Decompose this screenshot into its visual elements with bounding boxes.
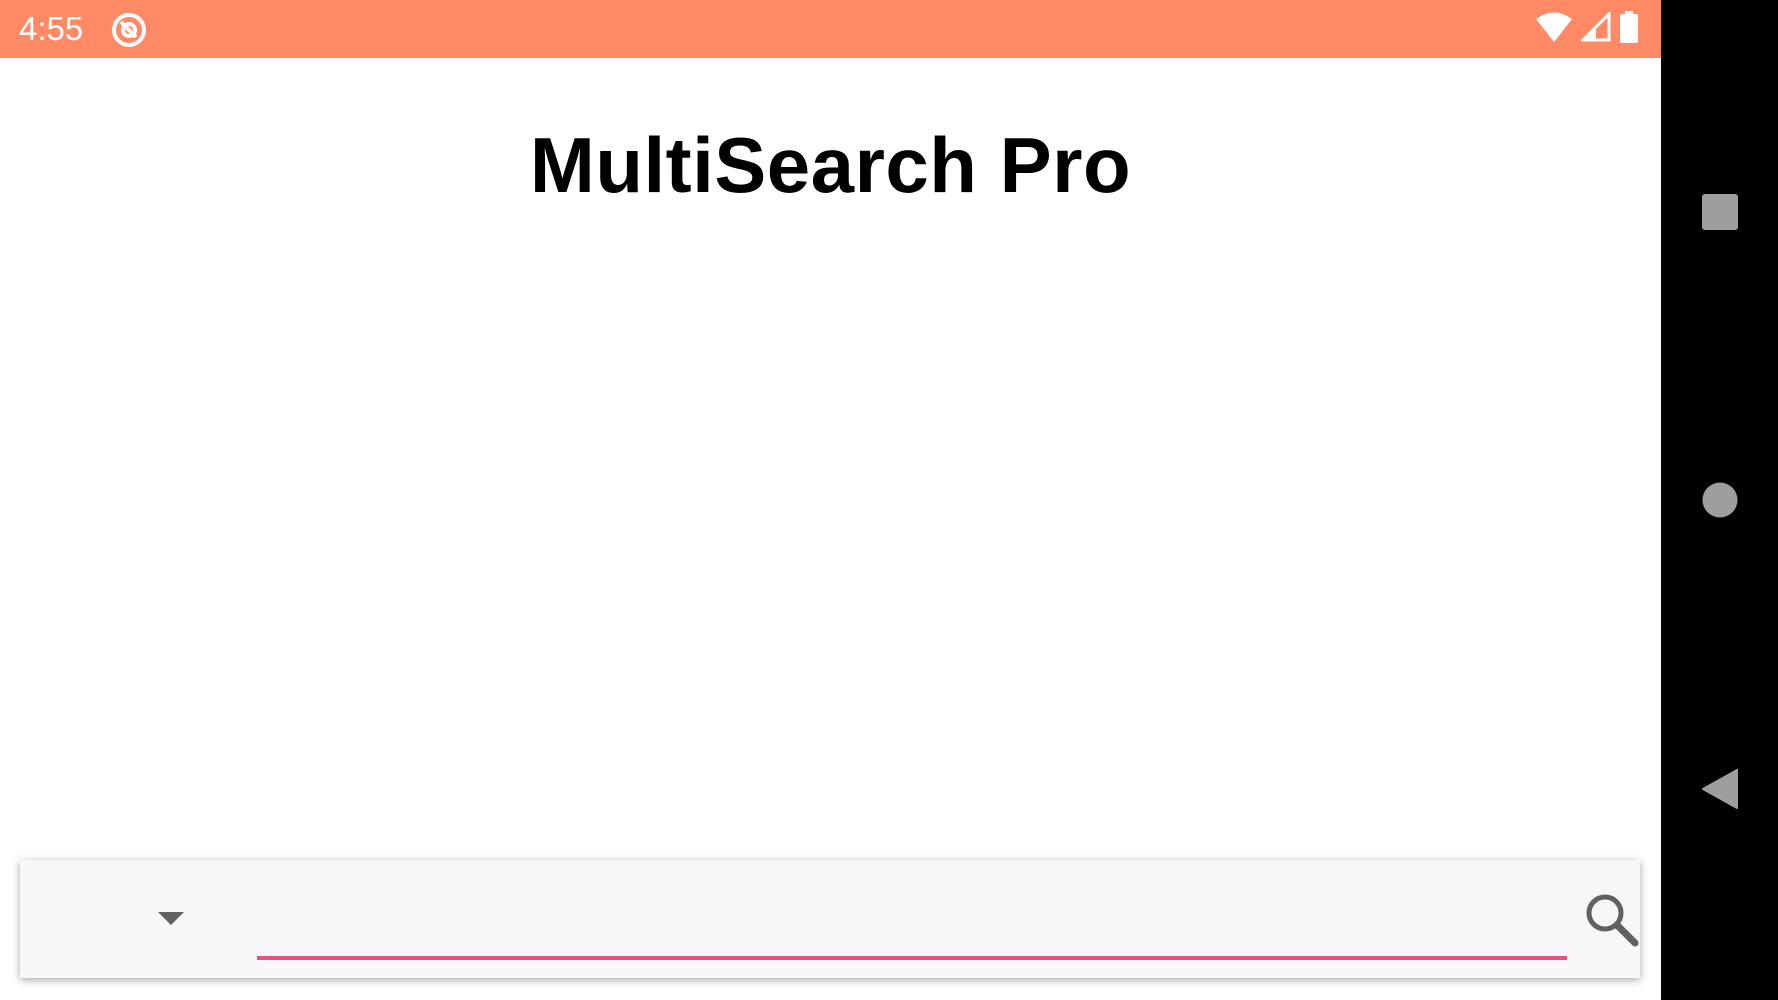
recents-button[interactable] [1661,153,1778,270]
square-icon [1701,193,1738,230]
triangle-back-icon [1701,768,1738,809]
status-icons [1535,9,1639,48]
system-navigation-bar [1661,0,1778,1000]
search-icon [1586,894,1639,947]
back-button[interactable] [1661,730,1778,847]
status-bar: 4:55 [0,0,1661,58]
page-title: MultiSearch Pro [529,121,1132,209]
status-time: 4:55 [19,10,84,47]
wifi-icon [1535,12,1573,47]
battery-icon [1619,10,1639,48]
home-button[interactable] [1661,441,1778,558]
app-screen: 4:55 MultiSearch Pro [0,0,1661,1000]
search-engine-dropdown[interactable] [20,860,230,978]
chevron-down-icon [158,912,184,925]
search-button[interactable] [1580,888,1642,950]
search-input[interactable] [257,880,1567,960]
at-sign-icon [110,11,148,49]
cell-signal-icon [1579,9,1611,47]
search-bar [20,860,1640,978]
circle-icon [1702,482,1737,517]
